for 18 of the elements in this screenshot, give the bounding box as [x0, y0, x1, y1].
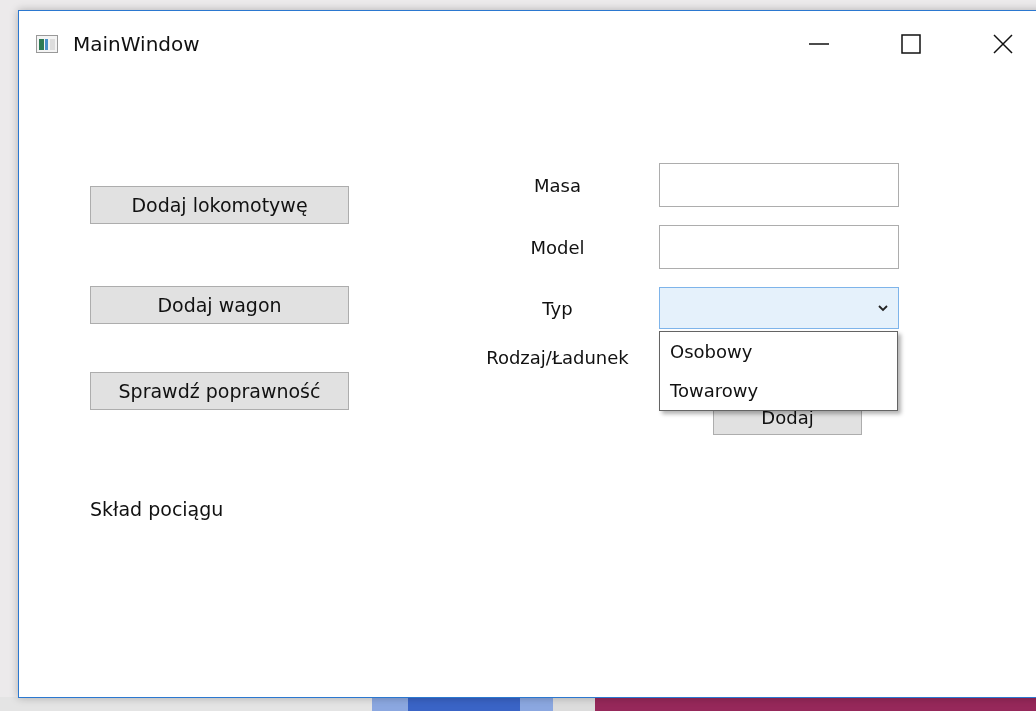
train-label: Skład pociągu: [90, 498, 225, 520]
field-label: Rodzaj/Ładunek: [485, 347, 630, 368]
dropdown-option[interactable]: Osobowy: [660, 332, 897, 371]
minimize-icon: [809, 43, 829, 45]
action-button[interactable]: Dodaj wagon: [90, 286, 349, 324]
app-icon: [36, 35, 58, 53]
field-label: Masa: [533, 174, 582, 196]
type-dropdown[interactable]: [659, 287, 899, 329]
action-button[interactable]: Dodaj lokomotywę: [90, 186, 349, 224]
chevron-down-icon: [878, 304, 888, 312]
action-button[interactable]: Sprawdź poprawność: [90, 372, 349, 410]
field-label: Typ: [541, 297, 574, 319]
maximize-icon: [901, 34, 921, 54]
window-title: MainWindow: [73, 32, 201, 56]
input-field[interactable]: [659, 163, 899, 207]
field-label: Model: [529, 236, 586, 258]
input-field[interactable]: [659, 225, 899, 269]
close-icon: [993, 34, 1013, 54]
